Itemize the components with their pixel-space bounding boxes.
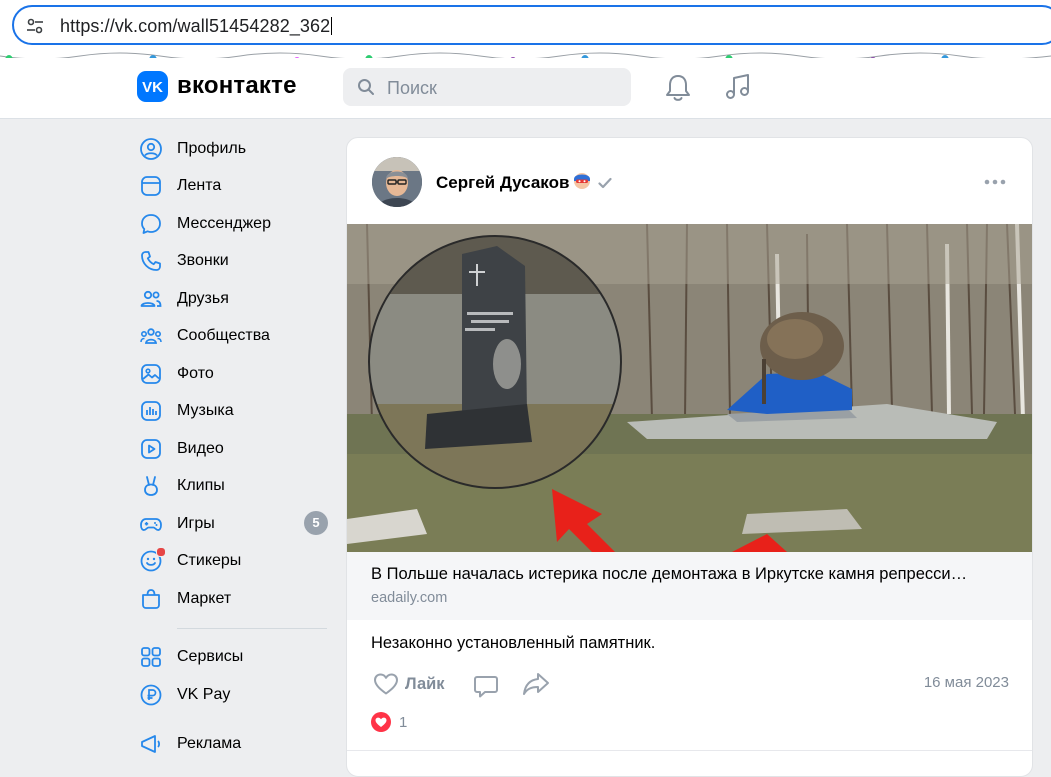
sidebar-item-label: Маркет xyxy=(177,589,232,607)
sidebar-item-vkpay[interactable]: VK Pay xyxy=(137,676,332,714)
reaction-count: 1 xyxy=(399,713,408,731)
sidebar-item-clips[interactable]: Клипы xyxy=(137,468,332,506)
photo-icon xyxy=(141,363,161,384)
new-indicator-dot xyxy=(156,547,166,558)
post-text: Незаконно установленный памятник. xyxy=(371,634,656,652)
like-label: Лайк xyxy=(405,674,445,693)
post-divider xyxy=(347,750,1032,751)
sidebar-item-label: Профиль xyxy=(177,139,247,157)
comment-icon[interactable] xyxy=(473,673,499,699)
vk-logo-text[interactable]: вконтакте xyxy=(177,72,297,100)
avatar[interactable] xyxy=(372,157,422,207)
feed-icon xyxy=(141,176,161,197)
phone-icon xyxy=(141,251,161,272)
services-icon xyxy=(141,647,161,668)
superhero-emoji-icon xyxy=(574,173,590,189)
heart-reaction-icon xyxy=(371,712,391,732)
browser-toolbar: https://vk.com/wall51454282_362 xyxy=(0,0,1051,68)
sidebar-item-games[interactable]: Игры 5 xyxy=(137,505,332,543)
stickers-icon xyxy=(139,547,166,573)
share-icon[interactable] xyxy=(522,671,550,697)
search-input[interactable]: Поиск xyxy=(343,68,631,106)
like-button[interactable]: Лайк xyxy=(373,672,445,696)
video-icon xyxy=(141,438,161,459)
sidebar-item-label: VK Pay xyxy=(177,685,231,703)
sidebar-item-label: Фото xyxy=(177,364,214,382)
profile-icon xyxy=(140,137,162,160)
sidebar-item-label: Лента xyxy=(177,177,222,195)
more-options-icon[interactable] xyxy=(984,179,1006,185)
post-attached-photo[interactable] xyxy=(347,224,1032,552)
music-player-icon[interactable] xyxy=(724,72,752,102)
sidebar-item-label: Друзья xyxy=(177,289,229,307)
communities-icon xyxy=(140,328,162,345)
svg-text:VK: VK xyxy=(142,79,163,96)
sidebar-item-communities[interactable]: Сообщества xyxy=(137,318,332,356)
search-placeholder: Поиск xyxy=(387,78,437,98)
wall-post: Сергей Дусаков В Польше началась истерик… xyxy=(346,137,1033,777)
sidebar-item-services[interactable]: Сервисы xyxy=(137,639,332,677)
sidebar-item-label: Звонки xyxy=(177,252,229,270)
notifications-bell-icon[interactable] xyxy=(664,73,692,103)
post-actions: Лайк 16 мая 2023 xyxy=(371,670,1011,700)
sidebar-item-label: Видео xyxy=(177,439,224,457)
heart-icon xyxy=(374,673,398,695)
sidebar-item-profile[interactable]: Профиль xyxy=(137,130,332,168)
ads-icon xyxy=(141,735,161,754)
sidebar-item-label: Игры xyxy=(177,514,215,532)
memorial-photo-image xyxy=(347,224,1032,552)
games-icon xyxy=(140,517,162,531)
address-bar[interactable]: https://vk.com/wall51454282_362 xyxy=(12,5,1051,45)
vk-header: VK вконтакте Поиск xyxy=(0,58,1051,119)
sidebar-item-label: Реклама xyxy=(177,735,242,753)
post-date[interactable]: 16 мая 2023 xyxy=(924,674,1009,691)
sidebar-item-label: Сообщества xyxy=(177,327,270,345)
sidebar-item-friends[interactable]: Друзья xyxy=(137,280,332,318)
sidebar-item-stickers[interactable]: Стикеры xyxy=(137,543,332,581)
sidebar-item-label: Сервисы xyxy=(177,648,244,666)
link-title[interactable]: В Польше началась истерика после демонта… xyxy=(371,565,1011,584)
reactions-summary[interactable]: 1 xyxy=(371,712,407,732)
sidebar-item-ads[interactable]: Реклама xyxy=(137,726,332,764)
messenger-icon xyxy=(141,213,161,234)
sidebar-item-music[interactable]: Музыка xyxy=(137,393,332,431)
author-name[interactable]: Сергей Дусаков xyxy=(436,173,569,193)
sidebar-item-calls[interactable]: Звонки xyxy=(137,243,332,281)
sidebar-item-photos[interactable]: Фото xyxy=(137,355,332,393)
left-sidebar: Профиль Лента Мессенджер Звонки Друзья С… xyxy=(137,130,332,763)
market-icon xyxy=(142,588,160,609)
site-settings-icon[interactable] xyxy=(26,17,44,35)
friends-icon xyxy=(140,290,162,307)
search-icon xyxy=(358,79,374,95)
sidebar-item-label: Музыка xyxy=(177,402,234,420)
vkpay-icon xyxy=(140,684,162,706)
sidebar-item-market[interactable]: Маркет xyxy=(137,580,332,618)
vk-logo-icon[interactable]: VK xyxy=(137,71,168,102)
verified-check-icon xyxy=(598,177,612,189)
sidebar-item-label: Клипы xyxy=(177,477,225,495)
sidebar-item-label: Стикеры xyxy=(177,552,242,570)
sidebar-divider xyxy=(177,627,327,629)
games-count-badge: 5 xyxy=(304,511,328,535)
sidebar-item-label: Мессенджер xyxy=(177,214,271,232)
url-text[interactable]: https://vk.com/wall51454282_362 xyxy=(60,16,333,37)
sidebar-item-feed[interactable]: Лента xyxy=(137,168,332,206)
music-icon xyxy=(141,401,161,422)
sidebar-item-video[interactable]: Видео xyxy=(137,430,332,468)
link-domain: eadaily.com xyxy=(371,590,448,606)
link-snippet[interactable]: В Польше началась истерика после демонта… xyxy=(347,552,1032,620)
sidebar-item-messenger[interactable]: Мессенджер xyxy=(137,205,332,243)
clips-icon xyxy=(144,476,158,497)
